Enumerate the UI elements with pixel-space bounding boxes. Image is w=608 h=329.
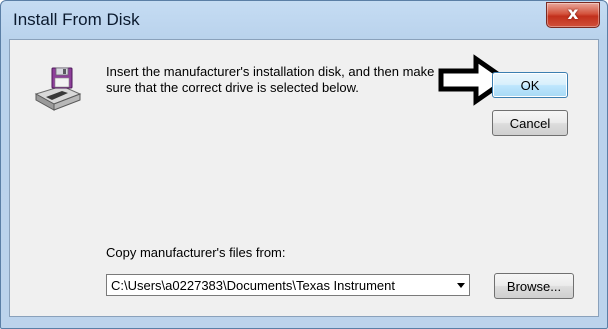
ok-button[interactable]: OK (492, 72, 568, 98)
source-path-value[interactable]: C:\Users\a0227383\Documents\Texas Instru… (111, 278, 445, 293)
floppy-disk-drive-icon (34, 67, 82, 111)
browse-button[interactable]: Browse... (494, 273, 574, 299)
copy-files-label: Copy manufacturer's files from: (106, 245, 286, 260)
window-title: Install From Disk (13, 10, 140, 29)
close-button[interactable]: x (546, 2, 600, 28)
cancel-button[interactable]: Cancel (492, 110, 568, 136)
source-path-combobox[interactable]: C:\Users\a0227383\Documents\Texas Instru… (106, 274, 470, 296)
dialog-client-area: Insert the manufacturer's installation d… (9, 39, 599, 317)
instruction-message: Insert the manufacturer's installation d… (106, 64, 435, 95)
dropdown-arrow-icon[interactable] (457, 283, 465, 288)
install-from-disk-window: Install From Disk x Insert the manufactu… (0, 0, 608, 329)
title-bar[interactable]: Install From Disk x (1, 1, 607, 39)
close-icon: x (567, 4, 579, 24)
